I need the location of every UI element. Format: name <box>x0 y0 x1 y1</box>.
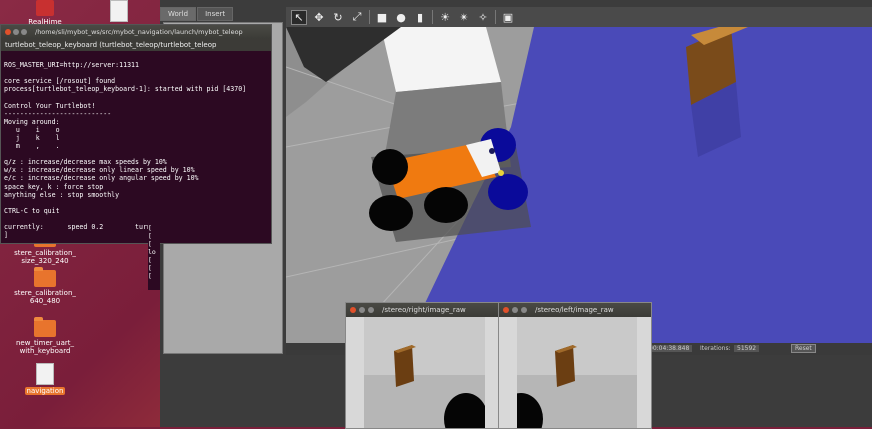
camera-icon[interactable]: ▣ <box>501 11 515 24</box>
pdf-file-icon <box>36 0 54 16</box>
background-terminal-fragment[interactable]: [[[lo[[[ <box>148 224 160 290</box>
desktop-icon-navigation[interactable]: navigation <box>10 363 80 395</box>
terminal-line: [ <box>148 240 152 248</box>
close-icon[interactable] <box>503 307 509 313</box>
image-window-title-bar: /stereo/right/image_raw <box>346 303 499 317</box>
gazebo-tabs: World Insert <box>160 7 285 21</box>
terminal-line: w/x : increase/decrease only linear spee… <box>4 166 195 175</box>
camera-image <box>364 317 485 428</box>
terminal-line: currently: speed 0.2 turn 1 <box>4 222 159 231</box>
terminal-line: [ <box>148 264 152 272</box>
minimize-icon[interactable] <box>512 307 518 313</box>
text-file-icon <box>36 363 54 385</box>
reset-button[interactable]: Reset <box>791 344 816 353</box>
toolbar-separator <box>495 10 496 24</box>
desktop-icon-text-file[interactable] <box>84 0 154 24</box>
terminal-line: core service [/rosout] found <box>4 77 116 86</box>
box-icon[interactable]: ■ <box>375 11 389 24</box>
image-window-left[interactable]: /stereo/left/image_raw <box>498 302 652 429</box>
toolbar-separator <box>432 10 433 24</box>
terminal-line: u i o <box>4 125 60 134</box>
image-window-title: /stereo/right/image_raw <box>382 306 466 314</box>
camera-image <box>517 317 637 428</box>
terminal-title: /home/sli/mybot_ws/src/mybot_navigation/… <box>35 28 243 36</box>
image-window-title: /stereo/left/image_raw <box>535 306 614 314</box>
folder-icon <box>34 267 56 287</box>
terminal-title-bar: /home/sli/mybot_ws/src/mybot_navigation/… <box>1 25 271 39</box>
text-file-icon <box>110 0 128 22</box>
terminal-line: Moving around: <box>4 117 60 126</box>
terminal-line: lo <box>148 248 156 256</box>
spotlight-icon[interactable]: ✴ <box>457 11 471 24</box>
terminal-line: CTRL-C to quit <box>4 206 60 215</box>
terminal-line: [ <box>148 224 152 232</box>
cylinder-icon[interactable]: ▮ <box>413 11 427 24</box>
terminal-line: [ <box>148 232 152 240</box>
desktop-icon-label: stere_calibration_ size_320_240 <box>14 249 76 265</box>
tab-insert[interactable]: Insert <box>197 7 234 21</box>
terminal-line: e/c : increase/decrease only angular spe… <box>4 174 199 183</box>
gazebo-3d-scene[interactable] <box>286 27 872 343</box>
image-window-title-bar: /stereo/left/image_raw <box>499 303 651 317</box>
terminal-line: ] <box>4 231 8 240</box>
terminal-tab[interactable]: turtlebot_teleop_keyboard (turtlebot_tel… <box>1 39 271 51</box>
minimize-icon[interactable] <box>359 307 365 313</box>
move-icon[interactable]: ✥ <box>312 11 326 24</box>
directional-light-icon[interactable]: ✧ <box>476 11 490 24</box>
gazebo-toolbar: ↖ ✥ ↻ ⤢ ■ ● ▮ ☀ ✴ ✧ ▣ <box>286 7 872 27</box>
sun-icon[interactable]: ☀ <box>438 11 452 24</box>
desktop-icon-label: new_timer_uart_ with_keyboard <box>15 339 74 355</box>
terminal-line: Control Your Turtlebot! <box>4 101 96 110</box>
sphere-icon[interactable]: ● <box>394 11 408 24</box>
folder-icon <box>34 317 56 337</box>
desktop-icon-folder[interactable]: new_timer_uart_ with_keyboard <box>10 317 80 355</box>
maximize-icon[interactable] <box>21 29 27 35</box>
close-icon[interactable] <box>350 307 356 313</box>
terminal-line: process[turtlebot_teleop_keyboard-1]: st… <box>4 85 247 94</box>
desktop-icon-label: navigation <box>24 387 66 395</box>
desktop-icon-folder[interactable]: stere_calibration_ 640_480 <box>10 267 80 305</box>
rotate-icon[interactable]: ↻ <box>331 11 345 24</box>
terminal-line: j k l <box>4 133 60 142</box>
terminal-line: m , . <box>4 142 60 151</box>
terminal-line: [ <box>148 272 152 280</box>
minimize-icon[interactable] <box>13 29 19 35</box>
iterations-value: 51592 <box>734 345 760 352</box>
terminal-line: [ <box>148 256 152 264</box>
terminal-output: ROS_MASTER_URI=http://server:11311 core … <box>1 51 271 241</box>
scale-icon[interactable]: ⤢ <box>350 10 364 24</box>
terminal-line: ROS_MASTER_URI=http://server:11311 <box>4 61 139 70</box>
toolbar-separator <box>369 10 370 24</box>
image-window-right[interactable]: /stereo/right/image_raw <box>345 302 500 429</box>
maximize-icon[interactable] <box>368 307 374 313</box>
tab-world[interactable]: World <box>160 7 197 21</box>
terminal-line: --------------------------- <box>4 109 112 118</box>
terminal-line: space key, k : force stop <box>4 182 104 191</box>
close-icon[interactable] <box>5 29 11 35</box>
terminal-line: q/z : increase/decrease max speeds by 10… <box>4 158 167 167</box>
select-arrow-icon[interactable]: ↖ <box>291 9 307 25</box>
desktop-icon-pdf[interactable]: RealHime <box>10 0 80 26</box>
terminal-window[interactable]: /home/sli/mybot_ws/src/mybot_navigation/… <box>0 24 272 244</box>
terminal-line: anything else : stop smoothly <box>4 190 120 199</box>
desktop-icon-label: stere_calibration_ 640_480 <box>14 289 76 305</box>
maximize-icon[interactable] <box>521 307 527 313</box>
iterations-label: Iterations: <box>700 345 731 352</box>
scene-render <box>286 27 872 343</box>
sim-time-value: 00:04:38.848 <box>646 345 693 352</box>
